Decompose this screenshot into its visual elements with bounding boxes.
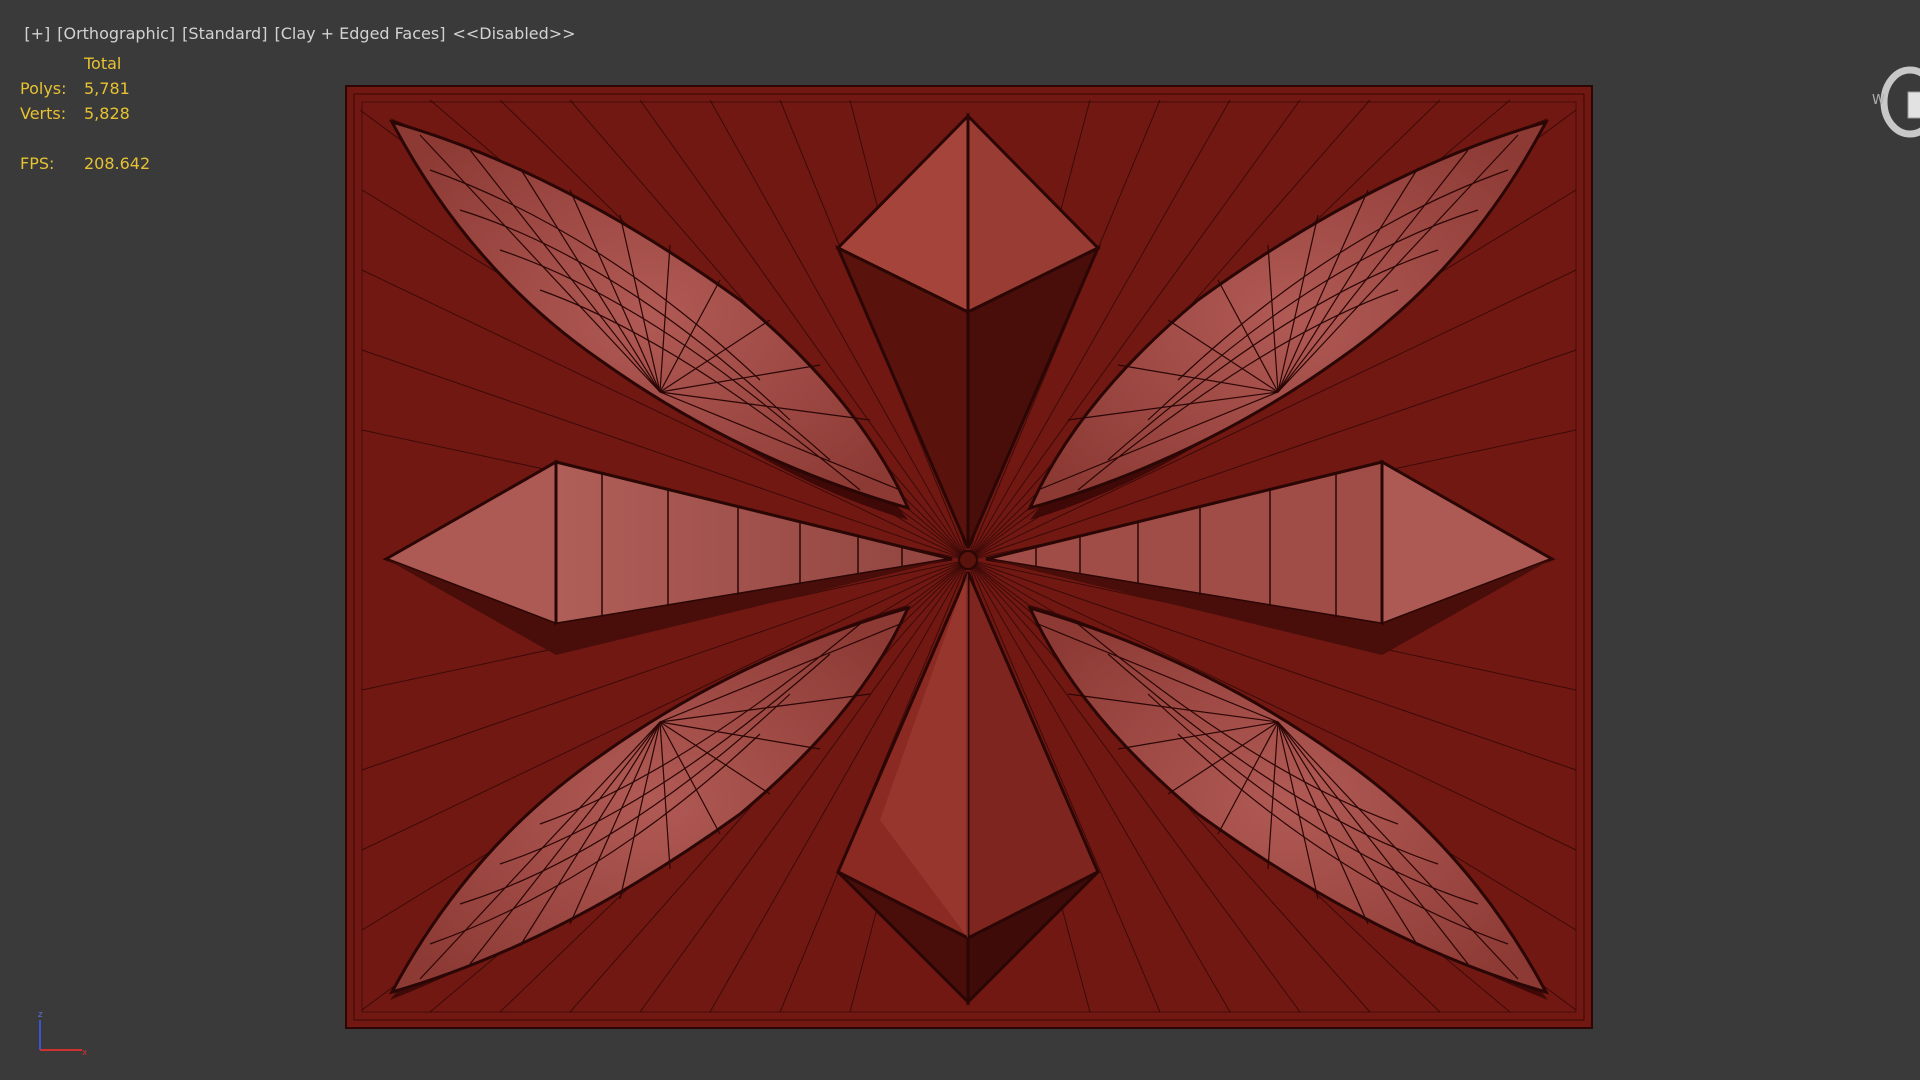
carved-panel-model[interactable] xyxy=(0,0,1920,1080)
axis-tripod-icon: z x xyxy=(38,1010,88,1058)
viewcube-compass-letter: W xyxy=(1872,93,1885,108)
axis-x-label: x xyxy=(82,1048,88,1058)
center-node xyxy=(958,550,978,570)
axis-z-label: z xyxy=(38,1010,43,1020)
viewcube-icon[interactable]: W xyxy=(1870,60,1920,140)
viewport[interactable]: [+] [Orthographic] [Standard] [Clay + Edged… xyxy=(0,0,1920,1080)
